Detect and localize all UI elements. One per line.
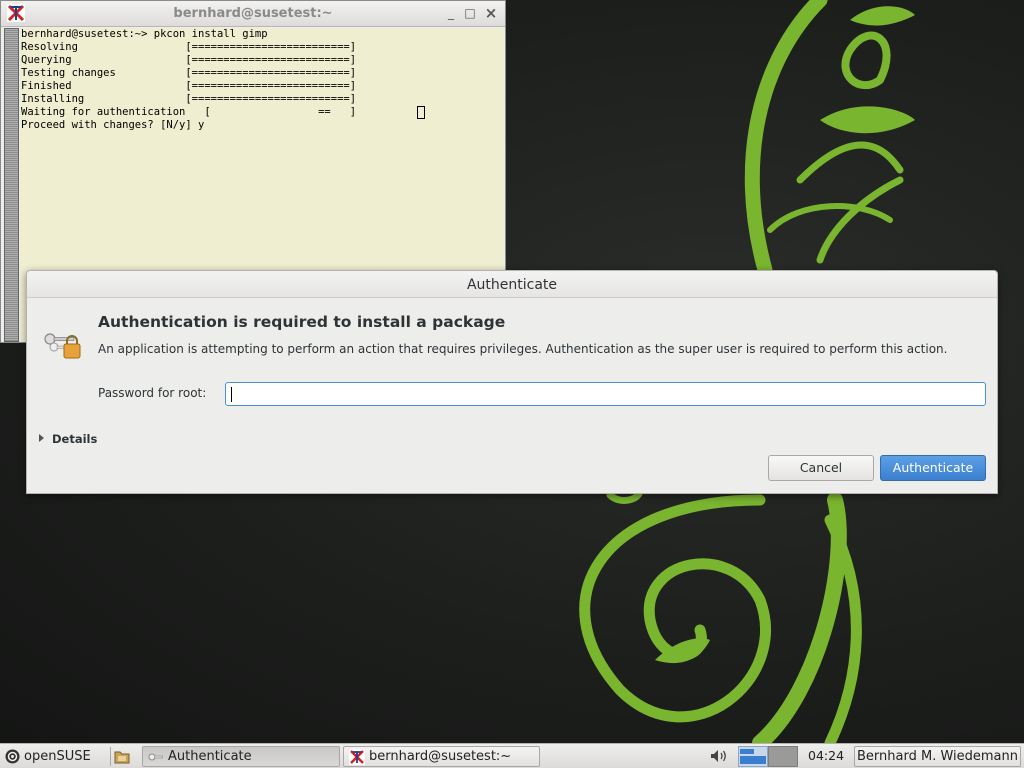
start-menu-label: openSUSE [24,749,91,764]
keys-icon [148,753,163,761]
terminal-title: bernhard@susetest:~ [173,6,333,21]
close-button[interactable]: × [483,5,499,21]
dialog-heading: Authentication is required to install a … [98,313,506,331]
volume-icon[interactable] [709,748,729,764]
expander-arrow-icon [39,434,44,442]
dialog-message: An application is attempting to perform … [98,342,948,356]
terminal-line: Querying [=========================] [21,54,357,66]
terminal-line: Waiting for authentication [ == ] [21,106,357,118]
terminal-line: Finished [=========================] [21,80,357,92]
start-menu-button[interactable]: openSUSE [3,747,103,766]
details-expander[interactable]: Details [39,432,129,448]
taskbar-item-label: Authenticate [168,749,252,764]
taskbar-item-label: bernhard@susetest:~ [369,749,512,764]
password-label: Password for root: [98,386,207,400]
taskbar-item-authenticate[interactable]: Authenticate [142,746,340,767]
authenticate-button[interactable]: Authenticate [880,455,986,481]
text-caret [231,387,232,402]
terminal-line: Testing changes [=======================… [21,67,357,79]
dialog-title: Authenticate [466,277,558,293]
workspace-window-thumb [740,749,754,754]
cancel-button[interactable]: Cancel [768,455,874,481]
terminal-icon [349,749,365,765]
terminal-line: Proceed with changes? [N/y] y [21,119,205,131]
workspace-pager[interactable] [738,746,798,767]
clock[interactable]: 04:24 [808,748,844,763]
workspace-window-thumb [740,756,766,764]
dialog-titlebar[interactable]: Authenticate [27,271,997,298]
authenticate-dialog[interactable]: Authenticate Authentication is required … [26,270,998,494]
password-input[interactable] [225,382,986,406]
terminal-cursor [417,106,425,119]
file-manager-icon[interactable] [110,747,132,766]
terminal-scrollbar[interactable] [4,28,19,342]
user-menu-button[interactable]: Bernhard M. Wiedemann [854,746,1021,767]
minimize-button[interactable]: _ [443,5,459,21]
maximize-button[interactable]: □ [462,5,478,21]
taskbar: openSUSE Authenticate bernhard@susetest:… [0,743,1024,768]
desktop: bernhard@susetest:~ _ □ × bernhard@suset… [0,0,1024,743]
opensuse-logo-icon [5,749,20,764]
keys-lock-icon [44,333,81,359]
details-label: Details [52,432,98,446]
terminal-titlebar[interactable]: bernhard@susetest:~ _ □ × [1,1,505,27]
taskbar-item-terminal[interactable]: bernhard@susetest:~ [343,746,540,767]
terminal-line: Resolving [=========================] [21,41,357,53]
terminal-line: Installing [=========================] [21,93,357,105]
terminal-line: bernhard@susetest:~> pkcon install gimp [21,28,268,40]
workspace-2[interactable] [768,746,798,767]
